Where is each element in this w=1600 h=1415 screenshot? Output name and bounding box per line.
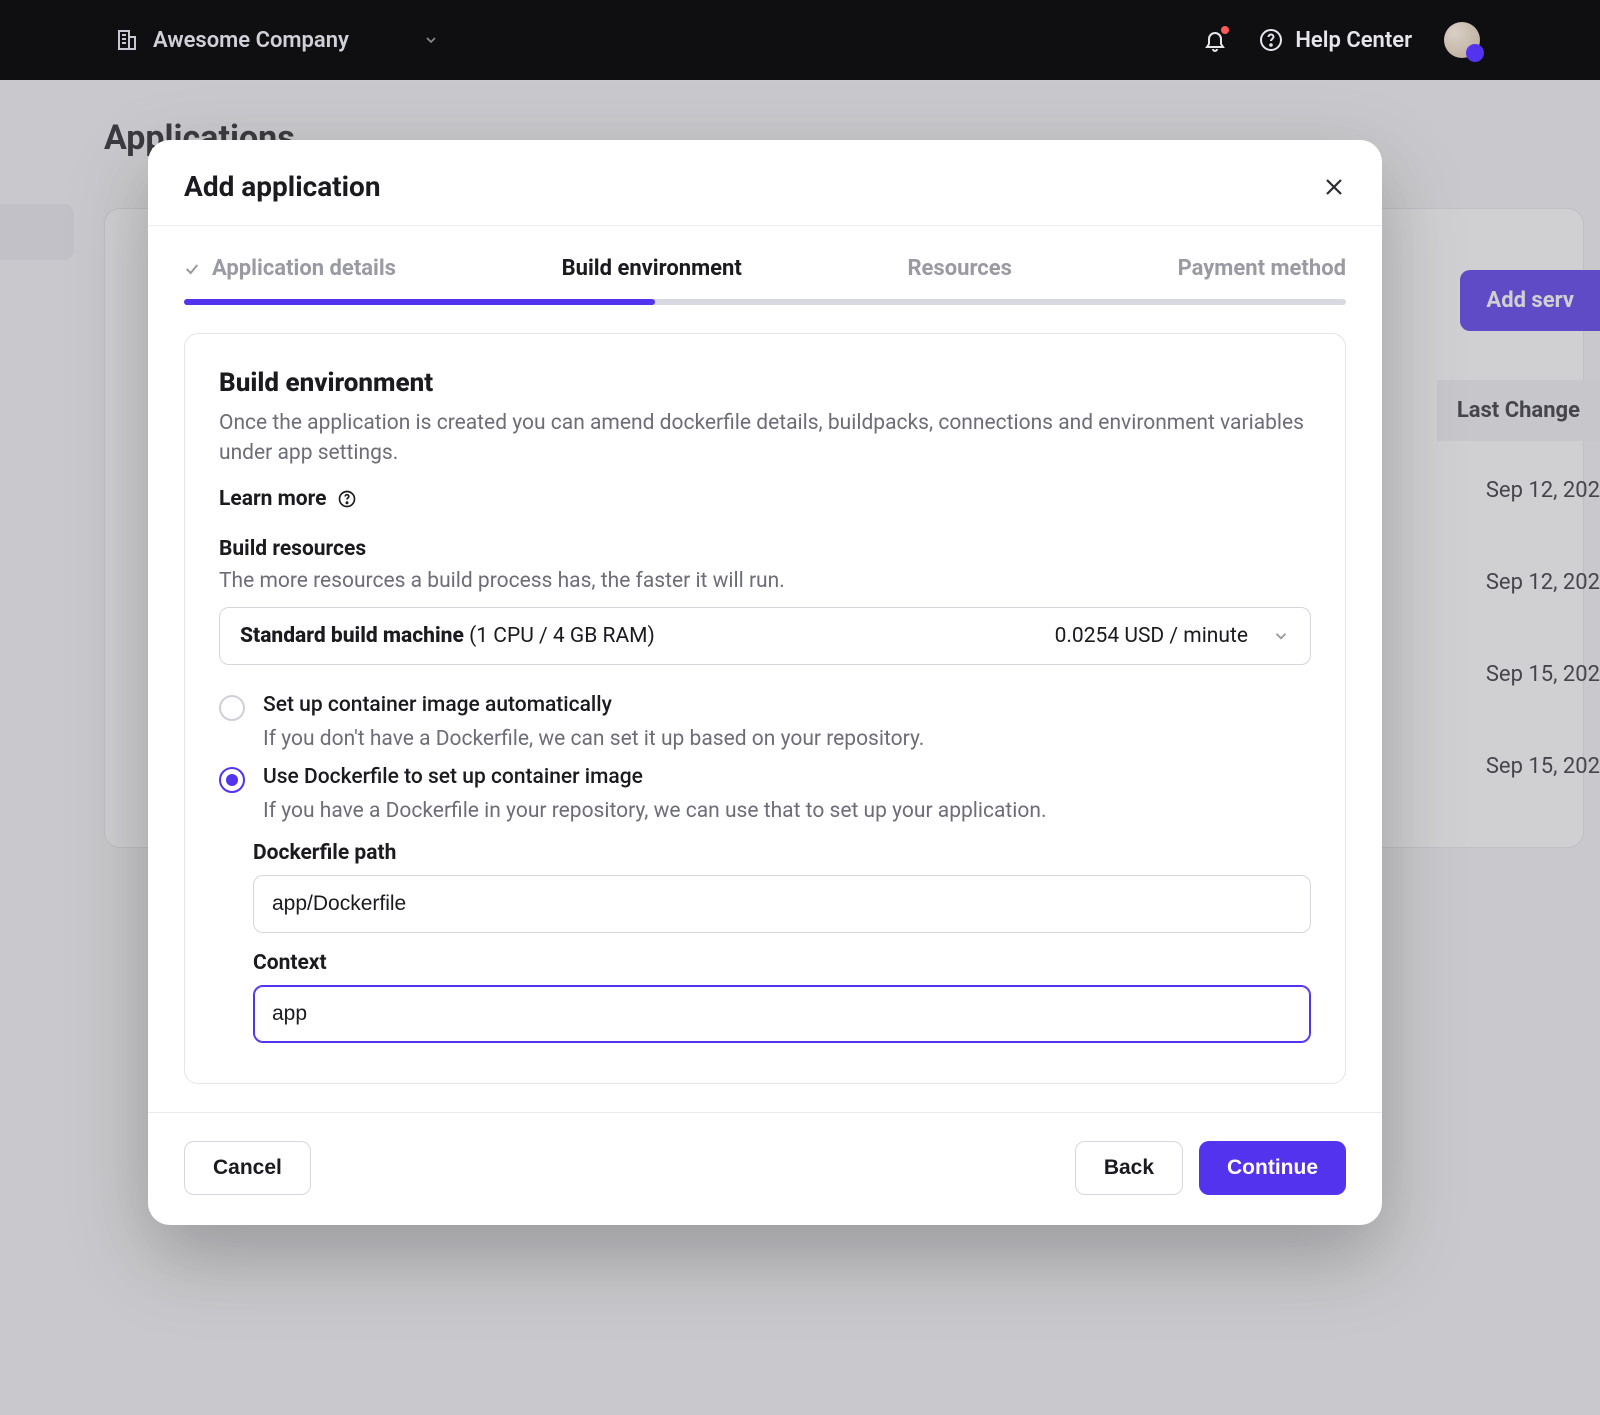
step-payment-method[interactable]: Payment method bbox=[1178, 256, 1346, 281]
context-input[interactable] bbox=[253, 985, 1311, 1043]
dockerfile-path-input[interactable] bbox=[253, 875, 1311, 933]
check-icon bbox=[184, 261, 200, 277]
build-machine-price: 0.0254 USD / minute bbox=[1055, 624, 1248, 648]
wizard-progress bbox=[184, 299, 1346, 305]
step-application-details[interactable]: Application details bbox=[184, 256, 396, 281]
section-title: Build environment bbox=[219, 368, 1311, 398]
help-label: Help Center bbox=[1295, 28, 1412, 53]
add-application-modal: Add application Application details Buil… bbox=[148, 140, 1382, 1225]
org-name: Awesome Company bbox=[153, 28, 349, 53]
help-icon bbox=[1259, 28, 1283, 52]
topbar-actions: Help Center bbox=[1203, 22, 1480, 58]
context-label: Context bbox=[253, 951, 1311, 975]
radio-auto-description: If you don't have a Dockerfile, we can s… bbox=[263, 727, 1311, 751]
help-icon bbox=[337, 489, 357, 509]
radio-dockerfile-description: If you have a Dockerfile in your reposit… bbox=[263, 799, 1311, 823]
building-icon bbox=[115, 28, 139, 52]
radio-dockerfile[interactable] bbox=[219, 767, 245, 793]
step-build-environment[interactable]: Build environment bbox=[562, 256, 742, 281]
close-button[interactable] bbox=[1322, 175, 1346, 199]
radio-auto-container[interactable] bbox=[219, 695, 245, 721]
org-switcher[interactable]: Awesome Company bbox=[115, 28, 439, 53]
avatar[interactable] bbox=[1444, 22, 1480, 58]
chevron-down-icon bbox=[1272, 627, 1290, 645]
build-machine-select[interactable]: Standard build machine (1 CPU / 4 GB RAM… bbox=[219, 607, 1311, 665]
continue-button[interactable]: Continue bbox=[1199, 1141, 1346, 1195]
build-resources-heading: Build resources bbox=[219, 537, 1311, 561]
wizard-stepper: Application details Build environment Re… bbox=[148, 226, 1382, 281]
radio-dockerfile-label[interactable]: Use Dockerfile to set up container image bbox=[263, 765, 643, 789]
cancel-button[interactable]: Cancel bbox=[184, 1141, 311, 1195]
step-resources[interactable]: Resources bbox=[907, 256, 1012, 281]
notifications-button[interactable] bbox=[1203, 28, 1227, 52]
dockerfile-path-label: Dockerfile path bbox=[253, 841, 1311, 865]
help-center-link[interactable]: Help Center bbox=[1259, 28, 1412, 53]
chevron-down-icon bbox=[423, 32, 439, 48]
modal-title: Add application bbox=[184, 170, 381, 203]
notification-dot-icon bbox=[1221, 26, 1229, 34]
learn-more-link[interactable]: Learn more bbox=[219, 487, 1311, 511]
section-description: Once the application is created you can … bbox=[219, 408, 1311, 469]
topbar: Awesome Company Help Center bbox=[0, 0, 1600, 80]
build-environment-card: Build environment Once the application i… bbox=[184, 333, 1346, 1084]
build-resources-subtext: The more resources a build process has, … bbox=[219, 569, 1311, 593]
radio-auto-label[interactable]: Set up container image automatically bbox=[263, 693, 612, 717]
back-button[interactable]: Back bbox=[1075, 1141, 1183, 1195]
